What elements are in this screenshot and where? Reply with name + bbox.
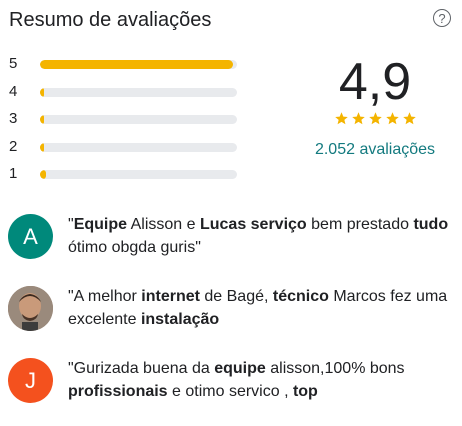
rating-bar-track [40, 142, 237, 152]
star-icon [334, 112, 348, 125]
review-item[interactable]: A "Equipe Alisson e Lucas serviço bem pre… [8, 210, 458, 282]
review-text-segment: e otimo servico , [167, 383, 293, 400]
rating-bar-row: 3 [9, 109, 239, 137]
review-keyword: Lucas serviço [199, 216, 307, 233]
reviews-count-link[interactable]: 2.052 avaliações [285, 141, 462, 159]
review-text-segment: alisson,100% bons [265, 360, 405, 377]
star-rating [285, 111, 462, 131]
rating-bar-fill [40, 87, 44, 97]
review-list: A "Equipe Alisson e Lucas serviço bem pre… [8, 210, 458, 426]
review-text-segment: "A melhor [68, 288, 142, 305]
review-keyword: internet [141, 288, 200, 305]
help-icon[interactable]: ? [433, 9, 451, 27]
review-keyword: instalação [140, 311, 220, 328]
review-keyword: técnico [272, 288, 329, 305]
star-icon [351, 112, 365, 125]
average-score: 4,9 [338, 53, 412, 111]
review-text-segment: Alisson e [127, 216, 200, 233]
rating-bar-fill [40, 60, 234, 69]
review-keyword: Equipe [73, 216, 128, 233]
avatar: J [8, 358, 53, 403]
review-keyword: top [292, 383, 318, 400]
review-text-segment: ótimo obgda guris" [68, 239, 201, 256]
rating-bar-fill [40, 142, 44, 152]
avatar-photo [8, 286, 53, 331]
review-text: "Equipe Alisson e Lucas serviço bem pres… [68, 213, 458, 259]
rating-bar-track [40, 170, 237, 179]
rating-bar-row: 4 [9, 82, 239, 110]
rating-bar-track [40, 115, 237, 124]
rating-bar-row: 2 [9, 137, 239, 165]
rating-bar-label: 2 [9, 137, 18, 155]
rating-bar-label: 5 [9, 55, 18, 72]
review-keyword: profissionais [68, 383, 168, 400]
avatar: A [8, 214, 53, 259]
rating-bar-fill [40, 170, 46, 179]
review-keyword: tudo [413, 216, 449, 233]
rating-bar-track [40, 87, 237, 97]
review-keyword: equipe [214, 360, 266, 377]
avatar [8, 286, 53, 331]
rating-bar-track [40, 60, 237, 69]
star-icon [385, 112, 399, 125]
rating-distribution: 5 4 3 2 1 [9, 54, 239, 192]
star-icon [402, 112, 416, 125]
header: Resumo de avaliações ? [9, 7, 452, 33]
rating-bar-row: 1 [9, 164, 239, 192]
review-item[interactable]: "A melhor internet de Bagé, técnico Marc… [8, 282, 458, 354]
rating-bar-label: 3 [9, 110, 18, 127]
rating-bar-fill [40, 115, 44, 124]
review-item[interactable]: J "Gurizada buena da equipe alisson,100% … [8, 354, 458, 426]
review-text: "Gurizada buena da equipe alisson,100% b… [68, 357, 458, 403]
rating-bar-label: 1 [9, 165, 18, 182]
rating-bar-label: 4 [9, 82, 18, 100]
review-text-segment: "Gurizada buena da [68, 360, 215, 377]
rating-summary: 4,9 2.052 avaliações [285, 56, 462, 159]
review-text: "A melhor internet de Bagé, técnico Marc… [68, 285, 458, 331]
rating-bar-row: 5 [9, 54, 239, 82]
review-text-segment: bem prestado [306, 216, 414, 233]
page-title: Resumo de avaliações [9, 9, 212, 31]
review-text-segment: de Bagé, [199, 288, 273, 305]
star-icon [368, 112, 382, 125]
